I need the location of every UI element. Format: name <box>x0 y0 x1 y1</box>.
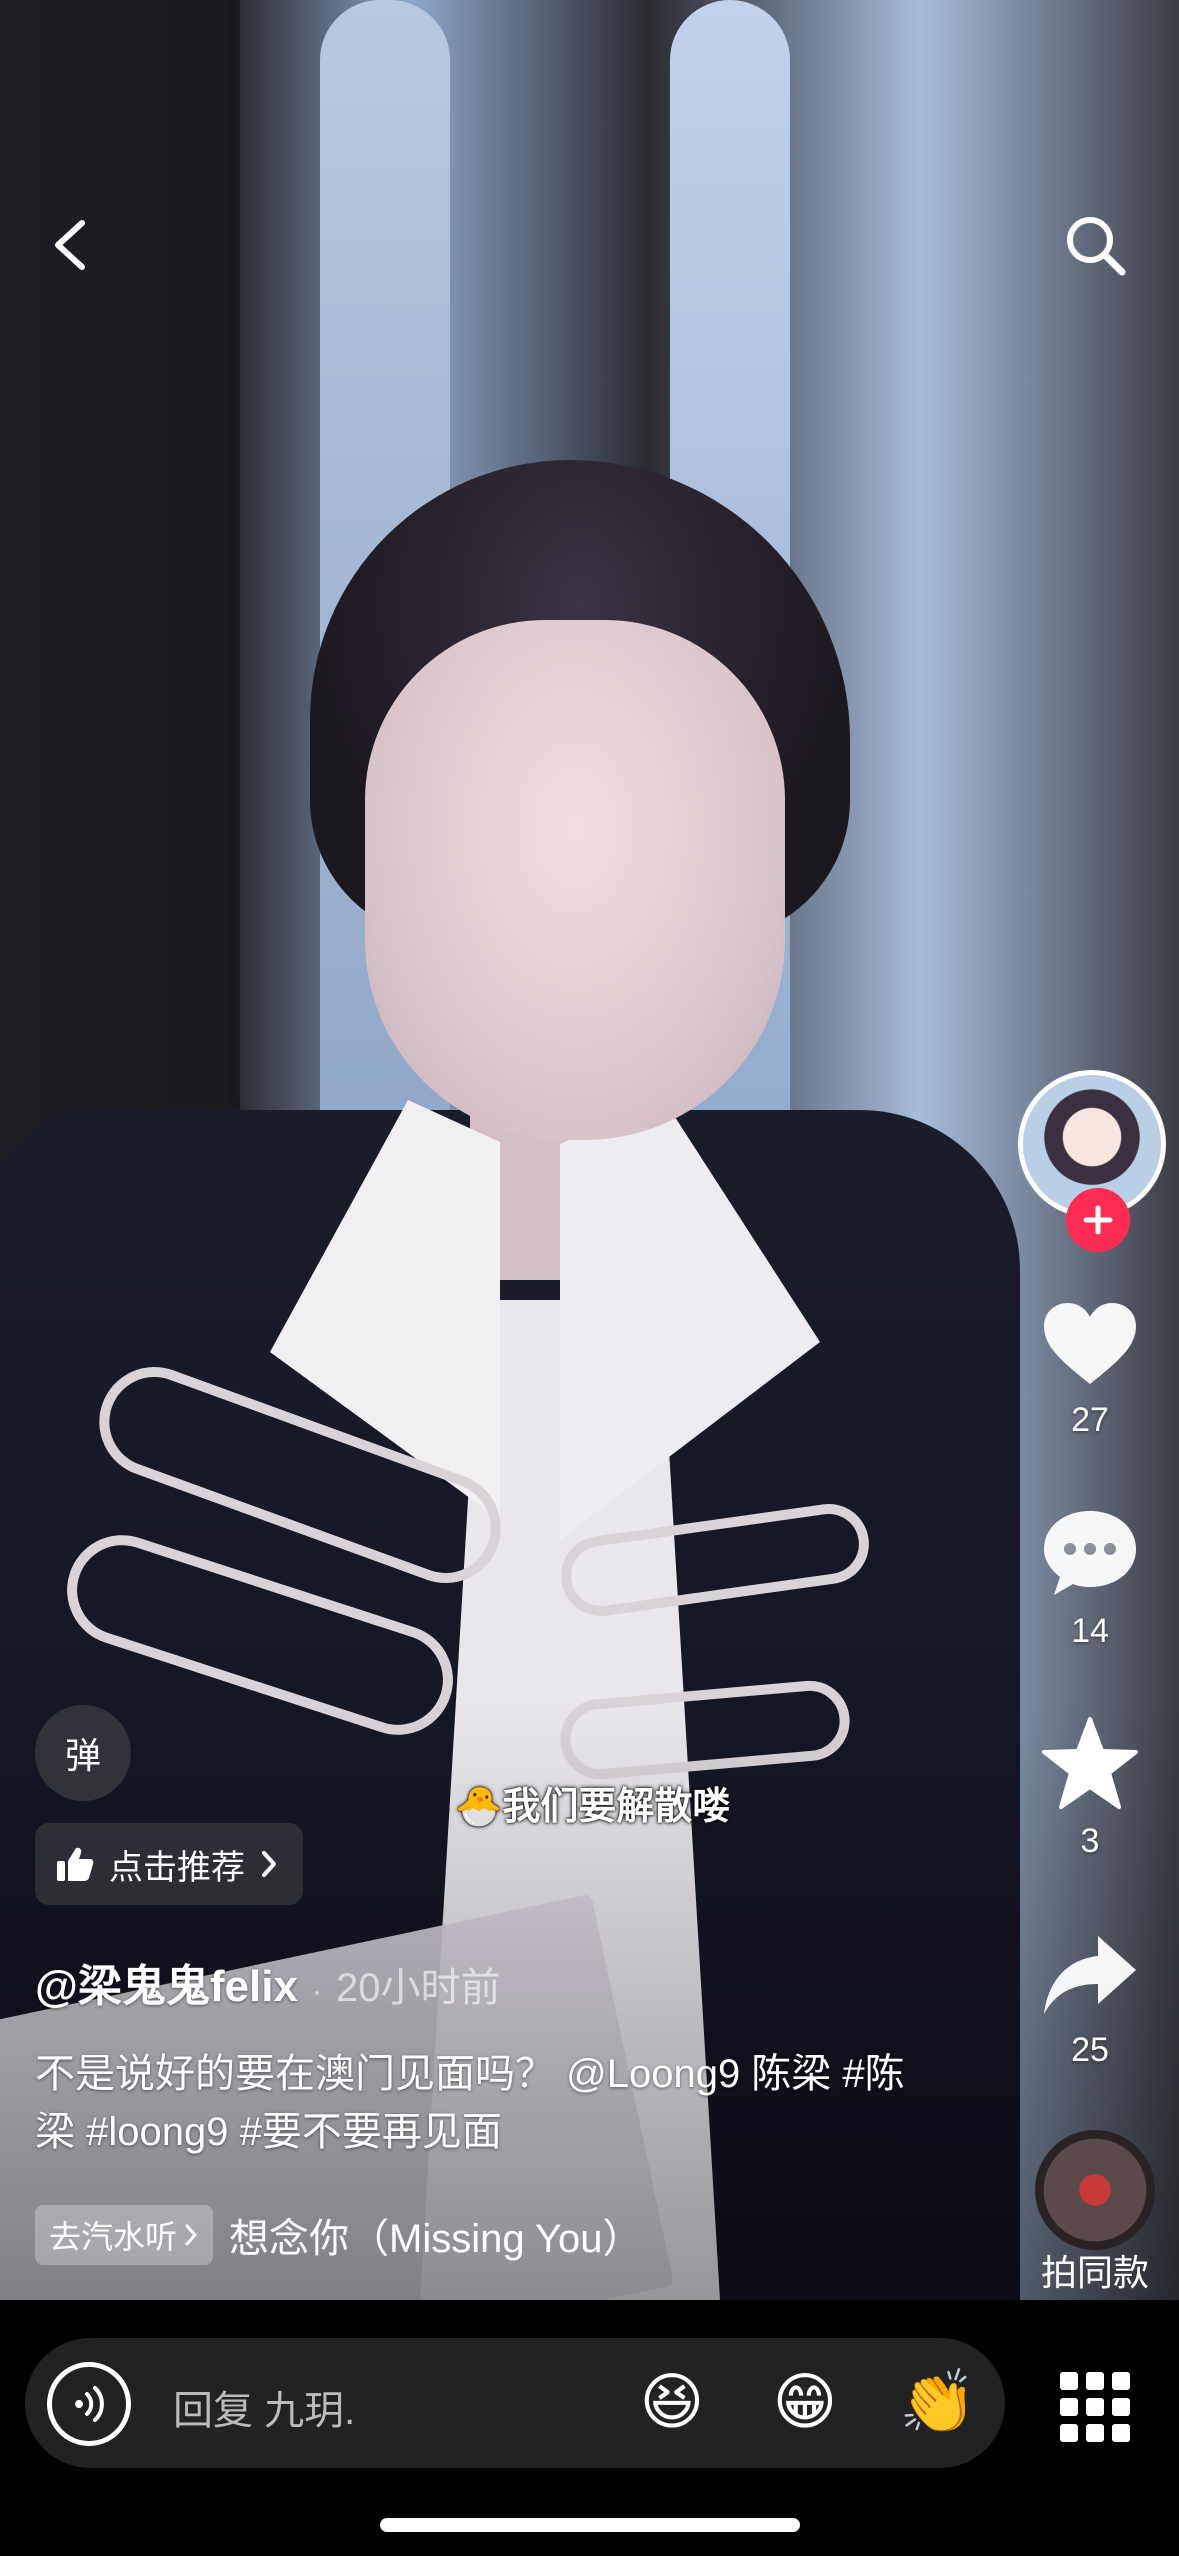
comment-count: 14 <box>1071 1612 1109 1650</box>
voice-input-button[interactable] <box>47 2362 131 2446</box>
favorite-count: 3 <box>1080 1822 1100 1860</box>
music-app-label: 去汽水听 <box>49 2219 178 2255</box>
voice-icon <box>75 2386 104 2422</box>
video-sticker-text: 🐣我们要解散喽 <box>455 1786 731 1828</box>
chevron-right-icon <box>185 2224 197 2246</box>
chevron-right-icon <box>262 1851 276 1877</box>
music-disc-icon <box>1035 2130 1155 2250</box>
home-indicator[interactable] <box>380 2518 800 2532</box>
share-button[interactable]: 25 <box>1010 1930 1170 2070</box>
recommend-button[interactable]: 点击推荐 <box>35 1823 303 1905</box>
favorite-button[interactable]: 3 <box>1010 1715 1170 1861</box>
danmu-button[interactable]: 弹 <box>35 1705 131 1801</box>
like-button[interactable]: 27 <box>1010 1300 1170 1440</box>
thumbs-up-icon <box>57 1847 94 1881</box>
heart-icon <box>1044 1303 1136 1384</box>
author-line: @梁鬼鬼felix · 20小时前 <box>35 1950 500 2014</box>
comment-icon <box>1044 1511 1136 1595</box>
bottom-bar: 回复 九玥. 😆 😁 👏 <box>0 2300 1179 2556</box>
reply-input[interactable]: 回复 九玥. 😆 😁 👏 <box>25 2338 1005 2468</box>
emoji-clap-button[interactable]: 👏 <box>898 2363 978 2443</box>
like-count: 27 <box>1071 1401 1109 1439</box>
recommend-label: 点击推荐 <box>109 1848 245 1887</box>
share-count: 25 <box>1071 2031 1109 2069</box>
same-style-button[interactable]: 拍同款 <box>1020 2130 1170 2296</box>
emoji-laughing-button[interactable]: 😆 <box>632 2363 712 2443</box>
share-icon <box>1044 1936 1136 2014</box>
music-title[interactable]: 想念你（Missing You） <box>229 2206 642 2264</box>
emoji-grin-button[interactable]: 😁 <box>765 2363 845 2443</box>
person-face <box>365 620 785 1140</box>
danmu-label: 弹 <box>64 1735 101 1776</box>
plus-icon <box>1083 1205 1113 1235</box>
music-app-tag[interactable]: 去汽水听 <box>35 2205 214 2265</box>
reply-placeholder: 回复 九玥. <box>173 2389 356 2433</box>
same-style-label: 拍同款 <box>1040 2252 1149 2293</box>
music-row: 去汽水听 想念你（Missing You） <box>35 2205 643 2265</box>
chevron-left-icon <box>55 220 85 270</box>
star-icon <box>1042 1717 1138 1809</box>
author-avatar-wrap[interactable] <box>1018 1070 1166 1252</box>
panel-divider <box>228 0 234 1100</box>
post-description[interactable]: 不是说好的要在澳门见面吗？ @Loong9 陈梁 #陈梁 #loong9 #要不… <box>35 2045 915 2161</box>
separator: · <box>311 1975 322 2008</box>
author-name[interactable]: @梁鬼鬼felix <box>35 1950 298 2014</box>
search-icon <box>1067 217 1126 276</box>
back-button[interactable] <box>26 200 116 290</box>
follow-button[interactable] <box>1066 1188 1130 1252</box>
grid-menu-icon[interactable] <box>1060 2372 1130 2442</box>
post-time: 20小时前 <box>335 1966 501 2010</box>
comment-button[interactable]: 14 <box>1010 1505 1170 1651</box>
search-button[interactable] <box>1050 200 1140 290</box>
